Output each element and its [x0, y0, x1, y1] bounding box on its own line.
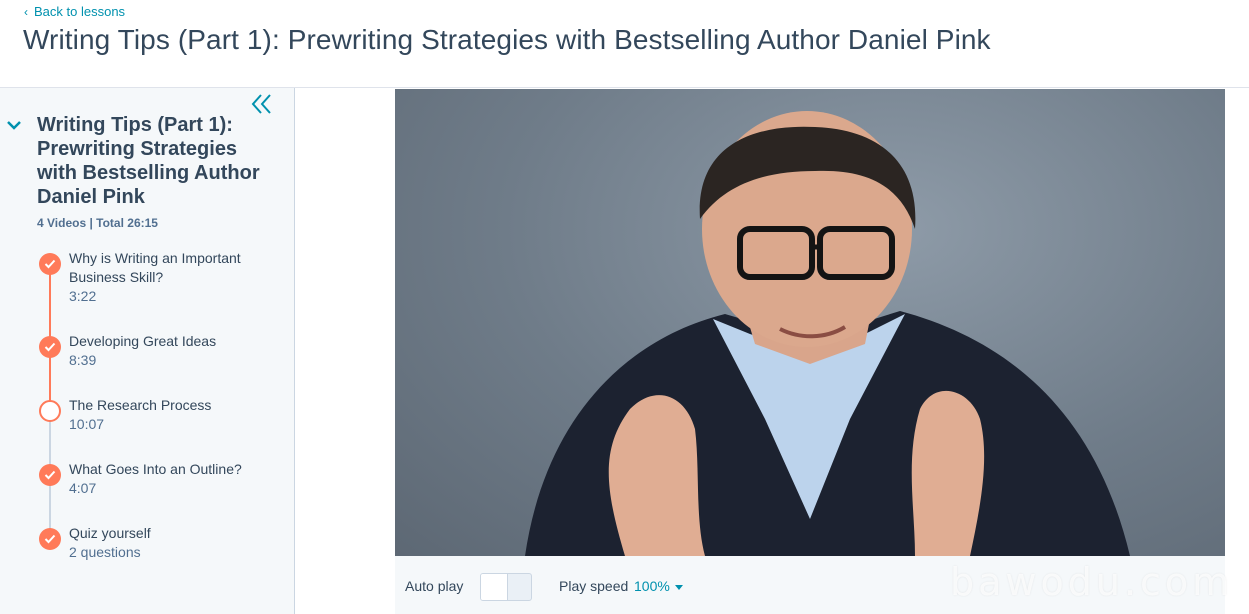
video-frame-presenter — [525, 111, 1130, 556]
lesson-item[interactable]: Developing Great Ideas 8:39 — [0, 332, 280, 374]
page-title: Writing Tips (Part 1): Prewriting Strate… — [23, 24, 991, 55]
chevron-down-icon — [7, 121, 21, 130]
lesson-duration: 10:07 — [69, 416, 105, 432]
lesson-duration: 4:07 — [69, 480, 97, 496]
video-player[interactable] — [395, 89, 1225, 556]
completed-check-icon — [39, 528, 61, 550]
lesson-title: Why is Writing an Important Business Ski… — [69, 250, 241, 285]
quiz-item[interactable]: Quiz yourself 2 questions — [0, 524, 280, 566]
toggle-knob — [481, 574, 508, 600]
section-collapse-toggle[interactable] — [6, 118, 22, 130]
quiz-title: Quiz yourself — [69, 525, 151, 541]
lesson-item[interactable]: Why is Writing an Important Business Ski… — [0, 249, 280, 309]
back-link-label: Back to lessons — [34, 4, 126, 19]
lesson-sidebar: Writing Tips (Part 1): Prewriting Strate… — [0, 88, 295, 614]
play-speed-label: Play speed — [559, 578, 629, 594]
autoplay-label: Auto play — [405, 578, 464, 594]
caret-down-icon — [674, 584, 683, 590]
lesson-duration: 8:39 — [69, 352, 97, 368]
lesson-item-current[interactable]: The Research Process 10:07 — [0, 396, 280, 438]
completed-check-icon — [39, 336, 61, 358]
completed-check-icon — [39, 464, 61, 486]
back-to-lessons-link[interactable]: ‹ Back to lessons — [24, 4, 125, 19]
play-speed-value: 100% — [634, 578, 670, 594]
autoplay-toggle[interactable] — [480, 573, 532, 601]
collapse-sidebar-button[interactable] — [250, 93, 274, 115]
current-lesson-circle-icon — [39, 400, 61, 422]
lesson-duration: 3:22 — [69, 288, 97, 304]
play-speed-dropdown[interactable]: 100% — [634, 578, 683, 594]
double-chevron-left-icon — [251, 94, 271, 114]
watermark: bawodu.com — [950, 560, 1234, 604]
lesson-title: The Research Process — [69, 397, 212, 413]
lesson-title: Developing Great Ideas — [69, 333, 217, 349]
section-meta: 4 Videos | Total 26:15 — [37, 216, 158, 230]
section-title: Writing Tips (Part 1): Prewriting Strate… — [37, 114, 260, 208]
completed-check-icon — [39, 253, 61, 275]
page-header: ‹ Back to lessons Writing Tips (Part 1):… — [0, 0, 1249, 88]
lesson-title: What Goes Into an Outline? — [69, 461, 242, 477]
quiz-question-count: 2 questions — [69, 544, 141, 560]
chevron-left-icon: ‹ — [24, 4, 28, 19]
lesson-item[interactable]: What Goes Into an Outline? 4:07 — [0, 460, 280, 502]
